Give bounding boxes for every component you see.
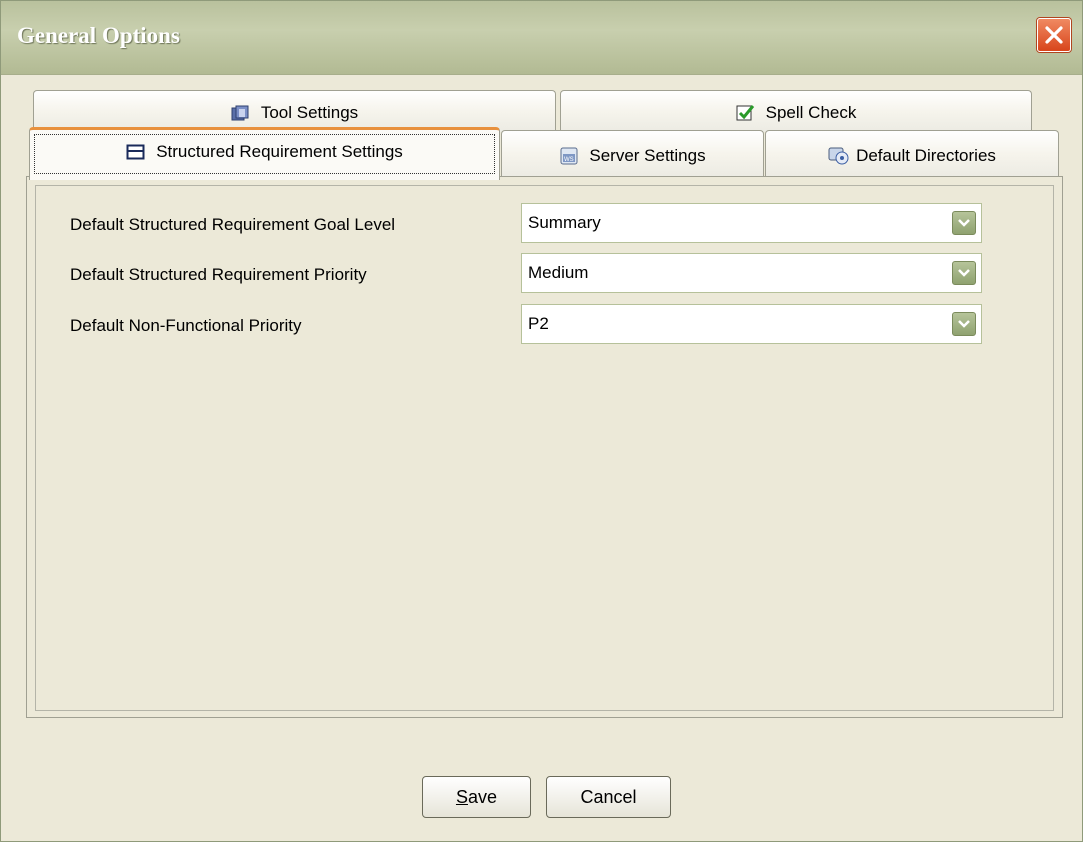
structured-requirement-icon [126,144,145,160]
title-bar[interactable]: General Options [1,1,1082,75]
tab-default-directories-label: Default Directories [856,146,996,165]
server-settings-icon: WS [560,147,578,165]
tab-tool-settings[interactable]: Tool Settings [33,90,556,132]
nf-priority-select[interactable]: P2 [521,304,982,344]
goal-level-select[interactable]: Summary [521,203,982,243]
spell-check-icon [736,104,754,120]
goal-level-value: Summary [528,213,601,232]
save-mnemonic: S [455,786,468,807]
tab-server-settings-label: Server Settings [589,146,706,165]
tab-spell-check-label: Spell Check [765,102,857,122]
cancel-label: Cancel [580,786,637,807]
priority-label: Default Structured Requirement Priority [70,265,367,284]
general-options-dialog: General Options Tool Settings Spell Chec… [0,0,1083,842]
goal-level-label: Default Structured Requirement Goal Leve… [70,215,396,234]
nf-priority-value: P2 [528,314,549,333]
cancel-button[interactable]: Cancel [546,776,671,818]
priority-select[interactable]: Medium [521,253,982,293]
nf-priority-dropdown-button[interactable] [952,312,976,336]
close-button[interactable] [1037,18,1071,52]
priority-dropdown-button[interactable] [952,261,976,285]
close-icon [1045,26,1063,44]
save-label: ave [467,786,498,807]
tab-spell-check[interactable]: Spell Check [560,90,1032,132]
settings-area: Default Structured Requirement Goal Leve… [35,185,1054,711]
tab-structured-requirement-settings-label: Structured Requirement Settings [156,142,403,161]
nf-priority-label: Default Non-Functional Priority [70,316,302,335]
priority-value: Medium [528,263,589,282]
tab-tool-settings-label: Tool Settings [260,102,359,122]
tab-default-directories[interactable]: Default Directories [765,130,1059,177]
chevron-down-icon [958,269,970,277]
chevron-down-icon [958,320,970,328]
goal-level-dropdown-button[interactable] [952,211,976,235]
default-directories-icon [828,147,849,165]
tab-server-settings[interactable]: WS Server Settings [501,130,764,177]
save-button[interactable]: Save [422,776,531,818]
chevron-down-icon [958,219,970,227]
svg-text:WS: WS [564,157,574,163]
dialog-title: General Options [17,23,180,48]
tab-structured-requirement-settings[interactable]: Structured Requirement Settings [29,127,500,180]
tool-settings-icon [231,105,249,120]
tab-content-panel: Default Structured Requirement Goal Leve… [26,176,1063,718]
